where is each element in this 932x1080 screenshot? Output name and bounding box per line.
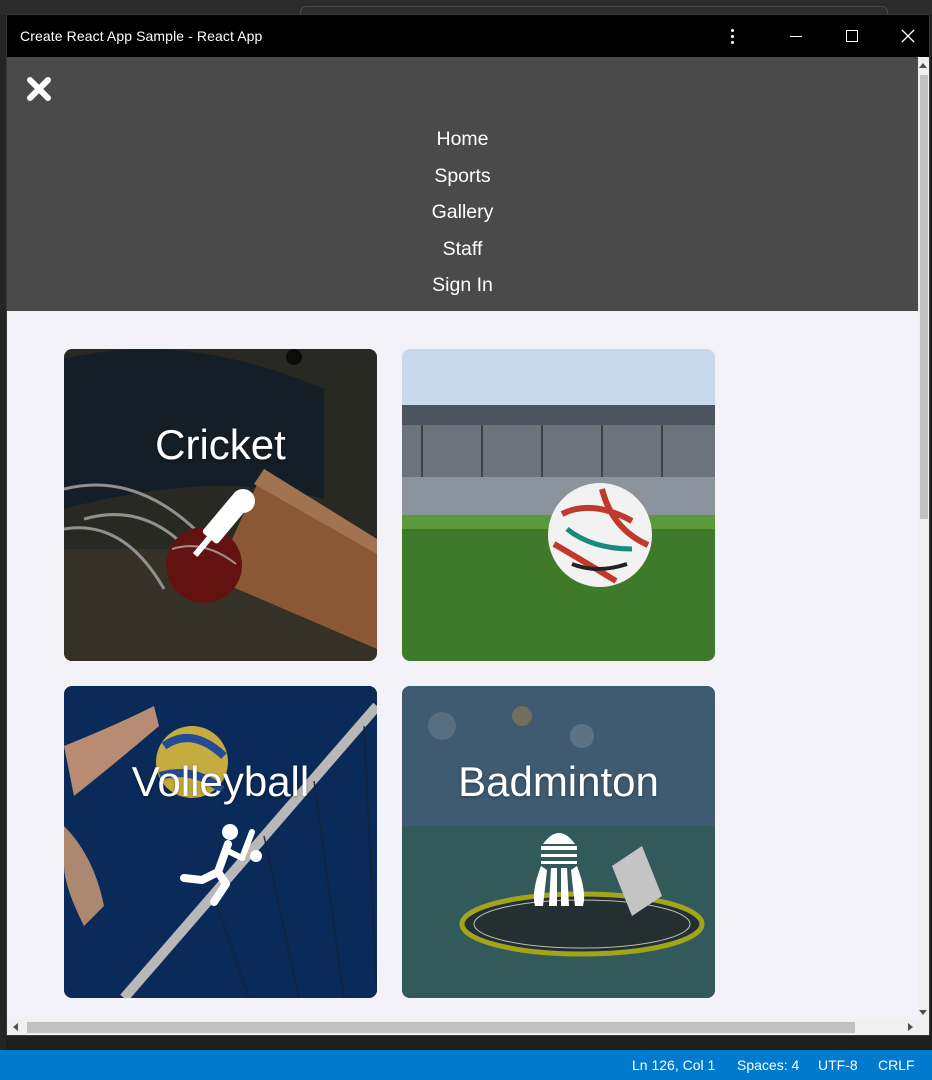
scroll-left-arrow-icon[interactable] [13,1023,18,1031]
nav-links: Home Sports Gallery Staff Sign In [7,121,918,304]
volleyball-player-icon [179,824,262,906]
card-title-badminton: Badminton [458,758,659,805]
navigation-menu: Home Sports Gallery Staff Sign In [7,57,918,311]
cricket-icon [192,489,255,557]
sport-card-football[interactable] [402,349,715,661]
scroll-down-arrow-icon[interactable] [919,1010,927,1015]
sport-card-volleyball[interactable]: Volleyball [64,686,377,998]
scroll-up-arrow-icon[interactable] [919,63,927,68]
close-icon [901,29,915,43]
vertical-scrollbar[interactable] [918,57,929,1019]
card-title-cricket: Cricket [155,421,286,468]
nav-link-home[interactable]: Home [393,121,533,158]
scroll-right-arrow-icon[interactable] [908,1023,913,1031]
close-window-button[interactable] [885,15,929,57]
more-options-button[interactable] [709,15,755,57]
minimize-icon [790,35,802,37]
minimize-button[interactable] [773,15,819,57]
nav-link-sign-in[interactable]: Sign In [393,267,533,304]
window-title: Create React App Sample - React App [20,28,263,44]
menu-close-button[interactable] [23,73,55,105]
cursor-position[interactable]: Ln 126, Col 1 [632,1057,715,1073]
indentation-setting[interactable]: Spaces: 4 [737,1057,799,1073]
maximize-button[interactable] [829,15,875,57]
sport-card-badminton[interactable]: Badminton [402,686,715,998]
nav-link-sports[interactable]: Sports [393,158,533,195]
nav-link-staff[interactable]: Staff [393,231,533,268]
horizontal-scroll-thumb[interactable] [27,1022,855,1033]
maximize-icon [846,30,858,42]
shuttlecock-icon [533,833,584,906]
card-title-volleyball: Volleyball [131,758,310,805]
vertical-scroll-thumb[interactable] [920,75,928,519]
close-icon [27,77,51,101]
browser-app-window: Create React App Sample - React App Home… [6,14,930,1036]
football-stadium-photo [402,349,715,661]
line-ending[interactable]: CRLF [878,1057,915,1073]
sport-card-cricket[interactable]: Cricket [64,349,377,661]
file-encoding[interactable]: UTF-8 [818,1057,858,1073]
nav-link-gallery[interactable]: Gallery [393,194,533,231]
editor-status-bar: Ln 126, Col 1 Spaces: 4 UTF-8 CRLF [0,1050,932,1080]
horizontal-scrollbar[interactable] [7,1019,929,1035]
title-bar: Create React App Sample - React App [7,15,929,57]
sports-grid: Cricket Volleyball Badminton [7,311,918,1019]
more-vertical-icon [730,28,734,44]
